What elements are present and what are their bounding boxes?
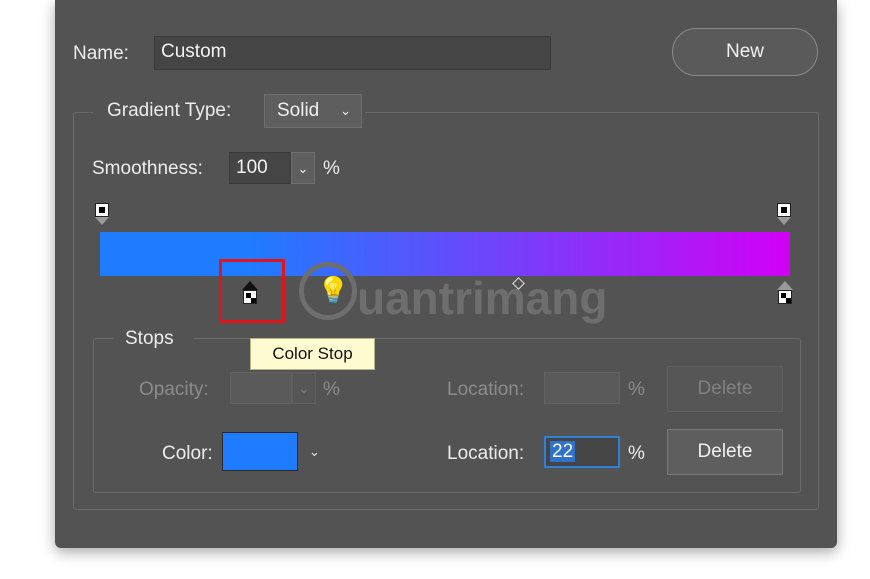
color-location-field[interactable]: 22 (544, 436, 620, 468)
name-field[interactable]: Custom (154, 36, 551, 70)
color-location-value: 22 (550, 441, 576, 462)
chevron-down-icon: ⌄ (297, 161, 309, 176)
opacity-stop-left[interactable] (95, 203, 109, 225)
opacity-location-unit: % (628, 379, 645, 400)
opacity-unit: % (323, 379, 340, 400)
stops-title: Stops (125, 328, 174, 349)
smoothness-label: Smoothness: (92, 158, 203, 179)
opacity-location-label: Location: (447, 379, 525, 400)
gradient-type-value: Solid (277, 100, 320, 121)
gradient-type-select[interactable]: Solid ⌄ (264, 94, 362, 128)
color-location-label: Location: (447, 443, 525, 464)
chevron-down-icon[interactable]: ⌄ (309, 444, 320, 460)
gradient-preview-bar[interactable] (100, 232, 790, 276)
watermark-logo: 💡 (299, 262, 357, 320)
smoothness-dropdown[interactable]: ⌄ (291, 152, 315, 184)
color-location-unit: % (628, 443, 645, 464)
color-stop-right[interactable] (777, 281, 793, 305)
gradient-editor-panel: Name: Custom New Gradient Type: Solid ⌄ … (55, 0, 837, 548)
name-label: Name: (73, 43, 129, 64)
opacity-field[interactable] (230, 372, 292, 404)
smoothness-field[interactable]: 100 (229, 152, 291, 184)
color-stop-tooltip: Color Stop (250, 338, 375, 370)
opacity-location-field[interactable] (544, 372, 620, 404)
opacity-stop-right[interactable] (777, 203, 791, 225)
chevron-down-icon: ⌄ (340, 103, 351, 118)
color-label: Color: (162, 443, 213, 464)
chevron-down-icon: ⌄ (298, 381, 310, 396)
color-delete-button[interactable]: Delete (667, 429, 783, 475)
color-swatch[interactable] (222, 432, 298, 471)
lightbulb-icon: 💡 (317, 275, 350, 305)
opacity-delete-button[interactable]: Delete (667, 366, 783, 412)
watermark-text: uantrimang (357, 272, 608, 324)
gradient-type-label: Gradient Type: (107, 100, 232, 121)
gradient-type-row: Gradient Type: Solid ⌄ (93, 92, 365, 136)
smoothness-unit: % (323, 158, 340, 179)
new-button[interactable]: New (672, 28, 818, 76)
selected-stop-highlight (219, 259, 285, 323)
opacity-dropdown[interactable]: ⌄ (292, 372, 316, 404)
opacity-label: Opacity: (139, 379, 209, 400)
